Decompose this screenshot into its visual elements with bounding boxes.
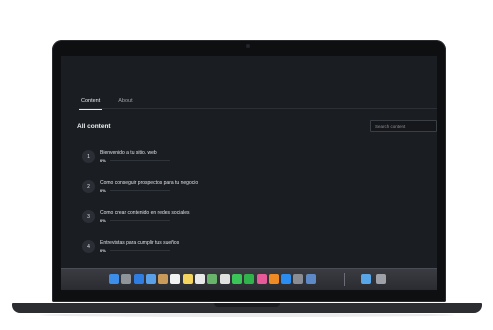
- itunes-icon[interactable]: [256, 274, 267, 284]
- step-number: 3: [82, 210, 95, 223]
- progress-bar: [110, 160, 170, 161]
- maps-icon[interactable]: [207, 274, 218, 284]
- progress-bar: [110, 220, 170, 221]
- list-item[interactable]: 1 Bienvenido a tu sitio. web 0%: [82, 150, 282, 168]
- step-number: 2: [82, 180, 95, 193]
- progress-bar: [110, 250, 170, 251]
- camera-icon: [246, 44, 250, 48]
- search-input[interactable]: [370, 120, 437, 132]
- dock-separator: [344, 273, 345, 286]
- books-icon[interactable]: [268, 274, 279, 284]
- folder-icon[interactable]: [361, 274, 371, 284]
- trash-icon[interactable]: [376, 274, 386, 284]
- progress-bar: [110, 190, 170, 191]
- list-item[interactable]: 3 Como crear contenido en redes sociales…: [82, 210, 282, 228]
- dock-apps: [109, 274, 316, 284]
- item-title[interactable]: Como crear contenido en redes sociales: [100, 210, 190, 216]
- list-item[interactable]: 4 Entrevistas para cumplir tus sueños 0%: [82, 240, 282, 258]
- list-item[interactable]: 2 Como conseguir prospectos para tu nego…: [82, 180, 282, 198]
- app-store-icon[interactable]: [281, 274, 292, 284]
- system-preferences-icon[interactable]: [293, 274, 304, 284]
- screen: Content About All content 1 Bienvenido a…: [61, 56, 437, 290]
- finder-icon[interactable]: [109, 274, 119, 284]
- launchpad-icon[interactable]: [121, 274, 132, 284]
- quicktime-icon[interactable]: [305, 274, 316, 284]
- tab-divider: [79, 108, 437, 109]
- step-number: 4: [82, 240, 95, 253]
- progress-label: 0%: [100, 248, 106, 253]
- photos-icon[interactable]: [145, 274, 156, 284]
- item-title[interactable]: Bienvenido a tu sitio. web: [100, 150, 157, 156]
- step-number: 1: [82, 150, 95, 163]
- progress-label: 0%: [100, 188, 106, 193]
- calendar-icon[interactable]: [170, 274, 181, 284]
- contacts-icon[interactable]: [158, 274, 169, 284]
- dock-right: [361, 274, 386, 284]
- notes-icon[interactable]: [182, 274, 193, 284]
- item-title[interactable]: Entrevistas para cumplir tus sueños: [100, 240, 179, 246]
- messages-icon[interactable]: [231, 274, 242, 284]
- laptop-mockup: Content About All content 1 Bienvenido a…: [0, 0, 493, 330]
- laptop-shadow: [40, 313, 454, 317]
- photo-library-icon[interactable]: [219, 274, 230, 284]
- page-title: All content: [77, 123, 111, 130]
- item-title[interactable]: Como conseguir prospectos para tu negoci…: [100, 180, 198, 186]
- facetime-icon[interactable]: [244, 274, 255, 284]
- safari-icon[interactable]: [133, 274, 144, 284]
- dock: [61, 268, 437, 290]
- progress-label: 0%: [100, 218, 106, 223]
- progress-label: 0%: [100, 158, 106, 163]
- reminders-icon[interactable]: [195, 274, 206, 284]
- laptop-base-notch: [214, 303, 280, 307]
